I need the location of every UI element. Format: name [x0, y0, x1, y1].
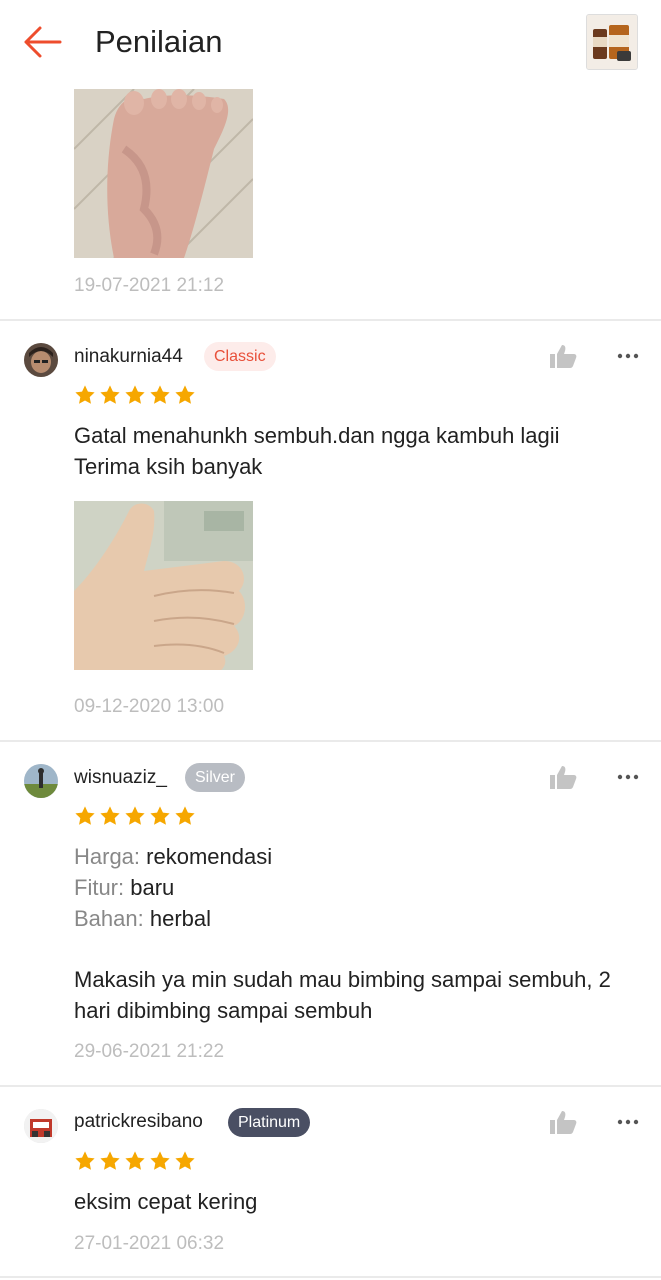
thumbs-up-icon	[550, 1111, 577, 1134]
star-rating	[74, 805, 199, 827]
like-button[interactable]	[549, 764, 577, 790]
star-icon	[150, 385, 170, 404]
attr-label: Fitur:	[74, 875, 125, 900]
star-icon	[125, 385, 145, 404]
username[interactable]: patrickresibano	[74, 1109, 203, 1135]
more-options-button[interactable]	[612, 767, 644, 787]
attr-row-bahan: Bahan: herbal	[74, 903, 654, 934]
star-icon	[100, 806, 120, 825]
member-badge: Silver	[185, 763, 246, 792]
attr-row-fitur: Fitur: baru	[74, 872, 654, 903]
review-text-line: Terima ksih banyak	[74, 454, 263, 479]
review-date: 29-06-2021 21:22	[74, 1041, 225, 1062]
username[interactable]: ninakurnia44	[74, 344, 183, 370]
star-icon	[175, 1151, 195, 1170]
more-horizontal-icon	[617, 1119, 639, 1125]
avatar[interactable]	[24, 343, 58, 377]
product-thumbnail[interactable]	[586, 14, 638, 70]
star-icon	[150, 1151, 170, 1170]
review-attributes: Harga: rekomendasi Fitur: baru Bahan: he…	[74, 841, 654, 934]
thumbs-up-icon	[550, 766, 577, 789]
review-photo-foot[interactable]	[74, 89, 253, 258]
star-icon	[75, 385, 95, 404]
review-text: Makasih ya min sudah mau bimbing sampai …	[74, 964, 654, 1026]
review-date: 27-01-2021 06:32	[74, 1233, 225, 1254]
username[interactable]: wisnuaziz_	[74, 765, 167, 791]
star-icon	[125, 806, 145, 825]
star-icon	[75, 806, 95, 825]
attr-label: Harga:	[74, 844, 141, 869]
review-photo-thumbs-up[interactable]	[74, 501, 253, 670]
attr-value: baru	[130, 875, 175, 900]
star-icon	[100, 385, 120, 404]
avatar[interactable]	[24, 764, 58, 798]
review-text: eksim cepat kering	[74, 1186, 654, 1217]
review-date: 09-12-2020 13:00	[74, 696, 225, 717]
divider	[0, 1276, 661, 1278]
review-text-line: hari dibimbing sampai sembuh	[74, 998, 373, 1023]
review-text-line: Makasih ya min sudah mau bimbing sampai …	[74, 967, 611, 992]
like-button[interactable]	[549, 1109, 577, 1135]
more-horizontal-icon	[617, 353, 639, 359]
back-button[interactable]	[20, 22, 64, 62]
divider	[0, 1085, 661, 1087]
arrow-left-icon	[24, 26, 62, 58]
like-button[interactable]	[549, 343, 577, 369]
review-date: 19-07-2021 21:12	[74, 275, 225, 296]
star-rating	[74, 384, 199, 406]
attr-value: rekomendasi	[146, 844, 273, 869]
star-icon	[175, 385, 195, 404]
member-badge: Classic	[204, 342, 276, 371]
top-app-bar: Penilaian	[0, 0, 661, 84]
review-text: Gatal menahunkh sembuh.dan ngga kambuh l…	[74, 420, 654, 482]
more-horizontal-icon	[617, 774, 639, 780]
page-title: Penilaian	[95, 24, 223, 59]
star-rating	[74, 1150, 199, 1172]
star-icon	[100, 1151, 120, 1170]
divider	[0, 319, 661, 321]
divider	[0, 740, 661, 742]
star-icon	[125, 1151, 145, 1170]
attr-row-harga: Harga: rekomendasi	[74, 841, 654, 872]
more-options-button[interactable]	[612, 1112, 644, 1132]
review-text-line: Gatal menahunkh sembuh.dan ngga kambuh l…	[74, 423, 560, 448]
star-icon	[150, 806, 170, 825]
star-icon	[175, 806, 195, 825]
attr-value: herbal	[149, 906, 212, 931]
star-icon	[75, 1151, 95, 1170]
thumbs-up-icon	[550, 345, 577, 368]
avatar[interactable]	[24, 1109, 58, 1143]
review-text-line: eksim cepat kering	[74, 1189, 258, 1214]
member-badge: Platinum	[228, 1108, 311, 1137]
attr-label: Bahan:	[74, 906, 144, 931]
more-options-button[interactable]	[612, 346, 644, 366]
